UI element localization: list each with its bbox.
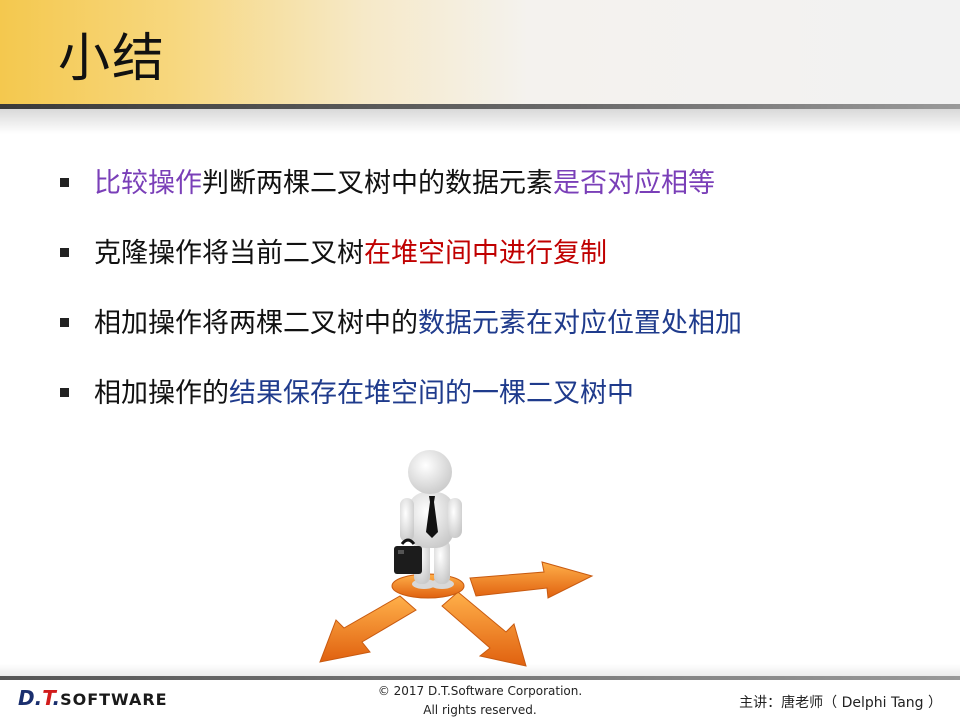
bullet-segment: 相加操作将两棵二叉树中的	[94, 308, 418, 339]
bullet-segment: 判断两棵二叉树中的数据元素	[202, 168, 553, 199]
bullet-segment: 克隆操作将当前二叉树	[94, 238, 364, 269]
slide-title: 小结	[58, 29, 167, 89]
decision-illustration	[319, 450, 594, 667]
bullet-text: 比较操作判断两棵二叉树中的数据元素是否对应相等	[94, 160, 715, 208]
arrow-left-icon	[319, 595, 417, 663]
bullet-item: 相加操作的结果保存在堆空间的一棵二叉树中	[60, 370, 940, 440]
presenter-credit: 主讲：唐老师（ Delphi Tang ）	[739, 695, 942, 711]
footer-divider	[0, 676, 960, 680]
bullet-segment: 数据元素在对应位置处相加	[418, 308, 742, 339]
title-divider	[0, 104, 960, 109]
bullet-square-icon	[60, 388, 69, 397]
bullet-text: 相加操作的结果保存在堆空间的一棵二叉树中	[94, 370, 634, 418]
footer-shadow	[0, 664, 960, 676]
bullet-segment: 相加操作的	[94, 378, 229, 409]
arrow-right-icon	[469, 561, 594, 599]
bullet-segment: 结果保存在堆空间的一棵二叉树中	[229, 378, 634, 409]
bullet-segment: 在堆空间中进行复制	[364, 238, 607, 269]
bullet-item: 克隆操作将当前二叉树在堆空间中进行复制	[60, 230, 940, 300]
bullet-item: 比较操作判断两棵二叉树中的数据元素是否对应相等	[60, 160, 940, 230]
bullet-item: 相加操作将两棵二叉树中的数据元素在对应位置处相加	[60, 300, 940, 370]
bullet-text: 克隆操作将当前二叉树在堆空间中进行复制	[94, 230, 607, 278]
bullet-list: 比较操作判断两棵二叉树中的数据元素是否对应相等 克隆操作将当前二叉树在堆空间中进…	[60, 160, 940, 440]
bullet-segment: 比较操作	[94, 168, 202, 199]
bullet-text: 相加操作将两棵二叉树中的数据元素在对应位置处相加	[94, 300, 742, 348]
arrow-down-right-icon	[441, 591, 527, 667]
bullet-segment: 是否对应相等	[553, 168, 715, 199]
bullet-square-icon	[60, 248, 69, 257]
bullet-square-icon	[60, 178, 69, 187]
bullet-square-icon	[60, 318, 69, 327]
